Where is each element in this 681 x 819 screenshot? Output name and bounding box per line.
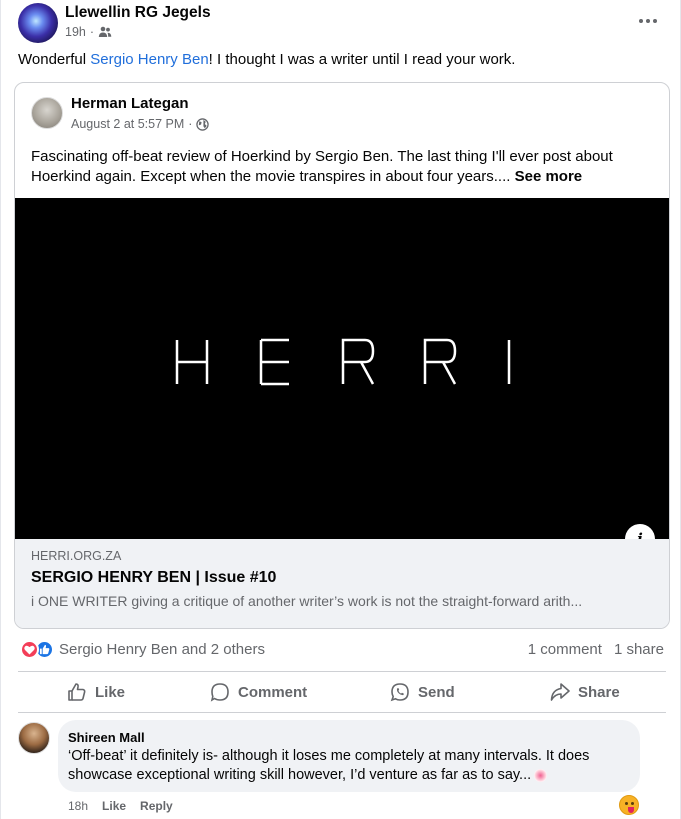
link-preview-image[interactable]: i: [15, 198, 669, 554]
shared-post: Herman Lategan August 2 at 5:57 PM · Fas…: [14, 82, 670, 629]
comment-text: ‘Off-beat’ it definitely is- although it…: [68, 747, 628, 785]
post-card: Llewellin RG Jegels 19h · Wonderful Serg…: [0, 0, 681, 819]
comment-body: ‘Off-beat’ it definitely is- although it…: [68, 748, 590, 783]
send-button[interactable]: Send: [390, 672, 455, 712]
divider: [18, 712, 666, 713]
tongue-emoji-reaction-icon[interactable]: [619, 795, 639, 815]
meta-separator: ·: [89, 25, 95, 39]
post-text-prefix: Wonderful: [18, 51, 91, 68]
comment-reply-button[interactable]: Reply: [140, 799, 173, 813]
engagement-counts: 1 comment 1 share: [528, 641, 664, 658]
herri-logo: [175, 338, 511, 386]
comments-count[interactable]: 1 comment: [528, 641, 602, 658]
comment-like-button[interactable]: Like: [102, 799, 126, 813]
send-label: Send: [418, 683, 455, 701]
post-meta: 19h ·: [65, 25, 112, 39]
share-button[interactable]: Share: [550, 672, 620, 712]
like-label: Like: [95, 683, 126, 701]
whatsapp-icon: [390, 683, 409, 702]
author-avatar[interactable]: [18, 3, 58, 43]
mention-link[interactable]: Sergio Henry Ben: [90, 51, 208, 68]
reactions-summary[interactable]: Sergio Henry Ben and 2 others: [20, 640, 265, 659]
shared-author[interactable]: Herman Lategan: [71, 95, 189, 112]
link-preview-footer[interactable]: HERRI.ORG.ZA SERGIO HENRY BEN | Issue #1…: [15, 539, 669, 628]
see-more-link[interactable]: See more: [515, 168, 583, 185]
commenter-avatar[interactable]: [18, 722, 50, 754]
reactions-text: Sergio Henry Ben and 2 others: [59, 641, 265, 658]
comment-time[interactable]: 18h: [68, 799, 88, 813]
link-title[interactable]: SERGIO HENRY BEN | Issue #10: [31, 569, 276, 587]
share-label: Share: [578, 683, 620, 701]
comment-bubble: Shireen Mall ‘Off-beat’ it definitely is…: [58, 720, 640, 792]
comment-meta: 18h Like Reply: [68, 799, 173, 813]
friends-icon: [98, 26, 112, 37]
thumbs-up-icon: [68, 683, 86, 701]
comment-label: Comment: [238, 683, 308, 701]
shares-count[interactable]: 1 share: [614, 641, 664, 658]
shared-meta-separator: ·: [188, 117, 193, 131]
post-text-suffix: ! I thought I was a writer until I read …: [208, 51, 516, 68]
comment-icon: [210, 683, 229, 702]
like-button[interactable]: Like: [67, 672, 125, 712]
flower-emoji-icon: [534, 768, 548, 782]
link-domain: HERRI.ORG.ZA: [31, 549, 122, 563]
commenter-name[interactable]: Shireen Mall: [68, 730, 145, 745]
love-reaction-icon: [20, 640, 39, 659]
action-bar: Like Comment Send Share: [18, 672, 666, 712]
link-description: i ONE WRITER giving a critique of anothe…: [31, 593, 583, 609]
share-icon: [550, 683, 570, 701]
post-time[interactable]: 19h: [65, 25, 86, 39]
post-text: Wonderful Sergio Henry Ben! I thought I …: [18, 51, 515, 68]
shared-meta: August 2 at 5:57 PM ·: [71, 117, 210, 131]
shared-author-avatar[interactable]: [31, 97, 63, 129]
shared-text: Fascinating off-beat review of Hoerkind …: [31, 147, 656, 187]
shared-time[interactable]: August 2 at 5:57 PM: [71, 117, 184, 131]
post-author[interactable]: Llewellin RG Jegels: [65, 4, 211, 22]
globe-icon: [196, 117, 210, 131]
comment-button[interactable]: Comment: [210, 672, 307, 712]
more-options-button[interactable]: [634, 11, 662, 31]
